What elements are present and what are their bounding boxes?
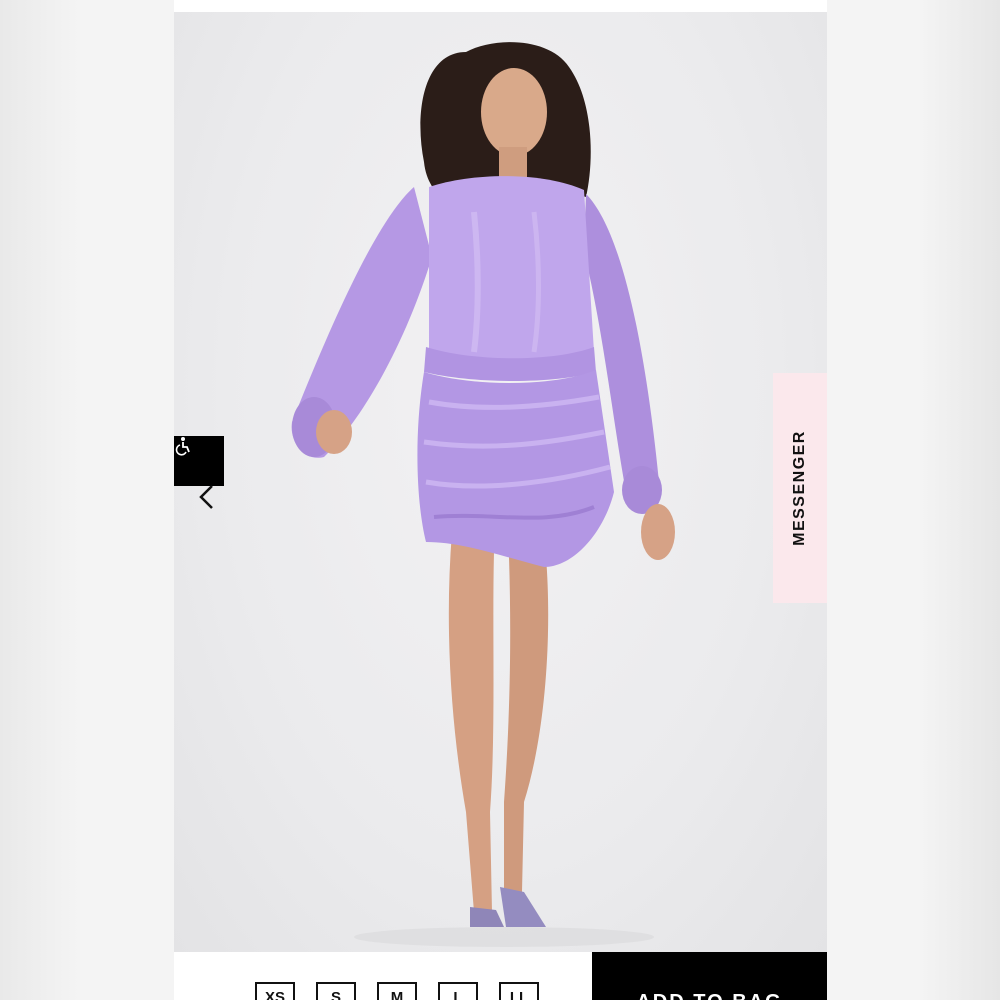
previous-image-button[interactable] (196, 484, 218, 510)
product-page: MESSENGER XS S M L LL ADD TO BAG (174, 0, 827, 1000)
size-option-m[interactable]: M (377, 982, 417, 1000)
add-to-bag-label: ADD TO BAG (636, 991, 782, 1000)
size-selector: XS S M L LL (255, 982, 539, 1000)
purchase-bar: XS S M L LL ADD TO BAG (174, 952, 827, 1000)
status-strip (174, 0, 827, 12)
messenger-tab[interactable]: MESSENGER (773, 373, 827, 603)
messenger-label: MESSENGER (791, 430, 808, 546)
accessibility-icon (175, 437, 190, 456)
product-image[interactable]: MESSENGER (174, 12, 827, 952)
size-option-ll[interactable]: LL (499, 982, 539, 1000)
size-option-xs[interactable]: XS (255, 982, 295, 1000)
accessibility-button[interactable] (174, 436, 224, 486)
model-illustration (291, 42, 675, 947)
size-option-l[interactable]: L (438, 982, 478, 1000)
chevron-left-icon (199, 485, 213, 509)
size-option-s[interactable]: S (316, 982, 356, 1000)
add-to-bag-button[interactable]: ADD TO BAG (592, 952, 827, 1000)
